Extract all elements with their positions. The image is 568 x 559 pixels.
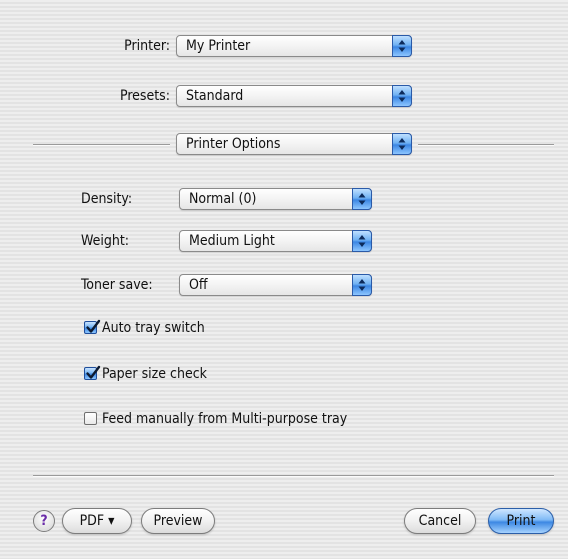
weight-label: Weight: [81,233,130,249]
feed-manually-checkbox[interactable]: Feed manually from Multi-purpose tray [84,409,384,429]
checkmark-icon [86,365,101,379]
auto-tray-switch-checkbox[interactable]: Auto tray switch [84,318,344,338]
up-down-arrows-icon [352,230,372,252]
up-down-arrows-icon [352,188,372,210]
pane-popup[interactable]: Printer Options [176,133,412,155]
checkmark-icon [86,319,101,333]
checkbox-unchecked[interactable] [84,412,97,425]
presets-value: Standard [186,88,244,104]
weight-popup[interactable]: Medium Light [179,230,372,252]
up-down-arrows-icon [392,35,412,57]
printer-label: Printer: [124,38,170,54]
preview-button[interactable]: Preview [141,508,215,534]
separator-left [33,144,170,146]
up-down-arrows-icon [392,133,412,155]
toner-save-popup[interactable]: Off [179,274,372,296]
toner-save-value: Off [189,277,208,293]
pane-value: Printer Options [186,136,281,152]
auto-tray-switch-label: Auto tray switch [102,320,205,336]
print-dialog: Printer: My Printer Presets: Standard Pr… [0,0,568,559]
pdf-menu-button[interactable]: PDF ▾ [62,508,132,534]
up-down-arrows-icon [392,85,412,107]
density-popup[interactable]: Normal (0) [179,188,372,210]
printer-value: My Printer [186,38,251,54]
paper-size-check-checkbox[interactable]: Paper size check [84,364,344,384]
printer-popup[interactable]: My Printer [176,35,412,57]
print-button[interactable]: Print [488,508,554,534]
checkbox-checked[interactable] [84,319,101,334]
toner-save-label: Toner save: [81,277,153,293]
help-button[interactable]: ? [33,510,55,532]
presets-popup[interactable]: Standard [176,85,412,107]
cancel-button[interactable]: Cancel [404,508,476,534]
separator-right [418,144,554,146]
density-value: Normal (0) [189,191,257,207]
checkbox-checked[interactable] [84,365,101,380]
up-down-arrows-icon [352,274,372,296]
bottom-separator [33,475,554,477]
density-label: Density: [81,191,133,207]
weight-value: Medium Light [189,233,275,249]
presets-label: Presets: [119,88,170,104]
feed-manually-label: Feed manually from Multi-purpose tray [102,411,348,427]
paper-size-check-label: Paper size check [102,366,207,382]
